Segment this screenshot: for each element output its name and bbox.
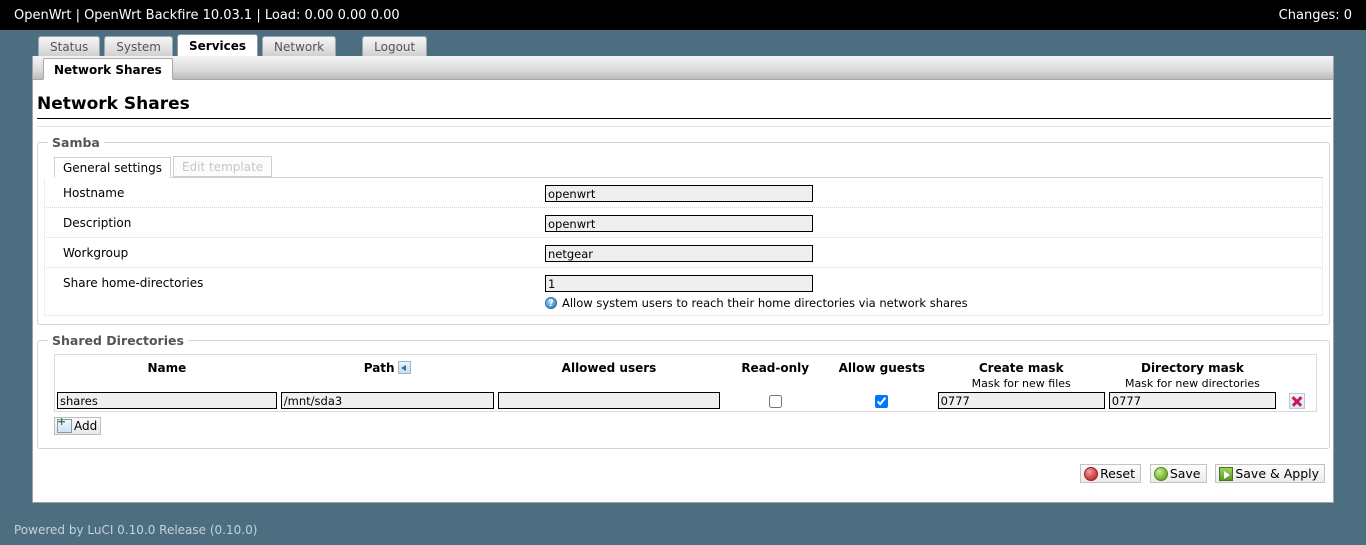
app-title: OpenWrt | OpenWrt Backfire 10.03.1 | Loa… — [14, 7, 400, 23]
reset-icon — [1084, 466, 1099, 481]
col-header-actions — [1278, 355, 1316, 390]
save-button-label: Save — [1169, 466, 1201, 481]
add-icon — [57, 415, 72, 433]
changes-counter[interactable]: Changes: 0 — [1279, 8, 1352, 23]
cell-allow-guests — [828, 390, 936, 411]
samba-section: Samba General settings Edit template Hos… — [37, 135, 1330, 325]
label-workgroup: Workgroup — [63, 246, 129, 260]
sort-path-icon[interactable] — [397, 361, 411, 374]
cell-allowed-users — [496, 390, 723, 411]
share-path-input[interactable] — [280, 392, 494, 409]
col-header-allow-guests: Allow guests — [838, 361, 925, 375]
shared-directories-table-wrapper: Name Path Allowed users Read-only Allow … — [54, 354, 1317, 412]
top-header-bar: OpenWrt | OpenWrt Backfire 10.03.1 | Loa… — [0, 0, 1366, 30]
samba-tabs: General settings Edit template — [54, 156, 1323, 178]
page-actions: Reset Save Save & Apply — [33, 453, 1333, 494]
main-content: Network Shares Network Shares Samba Gene… — [32, 56, 1334, 503]
share-read-only-checkbox[interactable] — [768, 394, 782, 408]
shared-directories-section: Shared Directories Name Path Allowed use… — [37, 333, 1330, 449]
help-icon: ? — [545, 297, 557, 309]
tab-general-settings[interactable]: General settings — [54, 157, 171, 178]
form-row-workgroup: Workgroup — [44, 238, 1323, 268]
add-row-container: Add — [44, 412, 1323, 440]
label-description: Description — [63, 216, 132, 230]
col-header-allowed-users: Allowed users — [561, 361, 657, 375]
cell-path — [279, 390, 496, 411]
samba-section-legend: Samba — [52, 135, 100, 150]
table-header-row: Name Path Allowed users Read-only Allow … — [55, 355, 1316, 390]
share-allowed-users-input[interactable] — [497, 392, 721, 409]
reset-button[interactable]: Reset — [1080, 464, 1141, 483]
cell-actions — [1278, 390, 1316, 411]
nav-tab-status[interactable]: Status — [38, 36, 101, 56]
share-create-mask-input[interactable] — [937, 392, 1105, 409]
form-row-description: Description — [44, 208, 1323, 238]
remove-icon[interactable] — [1289, 392, 1306, 409]
footer: Powered by LuCI 0.10.0 Release (0.10.0) — [0, 523, 1366, 537]
share-home-directories-hint: ? Allow system users to reach their home… — [545, 296, 1322, 310]
page-title: Network Shares — [37, 94, 1331, 119]
save-apply-button-label: Save & Apply — [1235, 466, 1319, 481]
reset-button-label: Reset — [1100, 466, 1135, 481]
tab-edit-template[interactable]: Edit template — [172, 156, 273, 177]
nav-tab-services[interactable]: Services — [177, 34, 259, 56]
col-subtitle-create-mask: Mask for new files — [971, 377, 1071, 390]
share-allow-guests-checkbox[interactable] — [875, 394, 889, 408]
save-apply-button[interactable]: Save & Apply — [1215, 464, 1325, 483]
share-name-input[interactable] — [57, 392, 277, 409]
apply-icon — [1219, 466, 1234, 481]
label-share-home-directories: Share home-directories — [63, 276, 204, 290]
nav-tab-network[interactable]: Network — [262, 36, 337, 56]
shared-directories-table: Name Path Allowed users Read-only Allow … — [55, 355, 1316, 411]
title-divider — [37, 123, 1331, 127]
nav-tab-system[interactable]: System — [104, 36, 173, 56]
col-header-path: Path — [279, 355, 496, 390]
nav-tab-logout[interactable]: Logout — [362, 36, 428, 56]
hint-text: Allow system users to reach their home d… — [562, 296, 968, 310]
cell-name — [55, 390, 279, 411]
col-subtitle-directory-mask: Mask for new directories — [1124, 377, 1260, 390]
page-body: Network Shares Samba General settings Ed… — [33, 94, 1333, 502]
cell-create-mask — [936, 390, 1107, 411]
workgroup-input[interactable] — [545, 245, 813, 262]
col-header-read-only: Read-only — [741, 361, 810, 375]
col-header-name: Name — [147, 361, 187, 375]
sub-navigation: Network Shares — [33, 56, 1333, 80]
shared-directories-legend: Shared Directories — [52, 333, 184, 348]
col-header-directory-mask: Directory mask Mask for new directories — [1107, 355, 1278, 390]
add-button-label: Add — [74, 419, 98, 433]
samba-form: Hostname Description Workgroup — [44, 178, 1323, 316]
hostname-input[interactable] — [545, 185, 813, 202]
share-directory-mask-input[interactable] — [1108, 392, 1277, 409]
description-input[interactable] — [545, 215, 813, 232]
table-row — [55, 390, 1316, 411]
save-button[interactable]: Save — [1149, 464, 1207, 483]
add-button[interactable]: Add — [54, 415, 102, 435]
form-row-share-home-directories: Share home-directories ? Allow system us… — [44, 268, 1323, 316]
share-home-directories-input[interactable] — [545, 275, 813, 292]
cell-read-only — [722, 390, 828, 411]
footer-text: Powered by LuCI 0.10.0 Release (0.10.0) — [14, 523, 258, 537]
form-row-hostname: Hostname — [44, 178, 1323, 208]
save-icon — [1153, 466, 1168, 481]
label-hostname: Hostname — [63, 186, 125, 200]
subtab-network-shares[interactable]: Network Shares — [43, 58, 173, 80]
col-header-create-mask: Create mask Mask for new files — [936, 355, 1107, 390]
main-navigation: Status System Services Network Logout — [0, 30, 1366, 56]
cell-directory-mask — [1107, 390, 1278, 411]
